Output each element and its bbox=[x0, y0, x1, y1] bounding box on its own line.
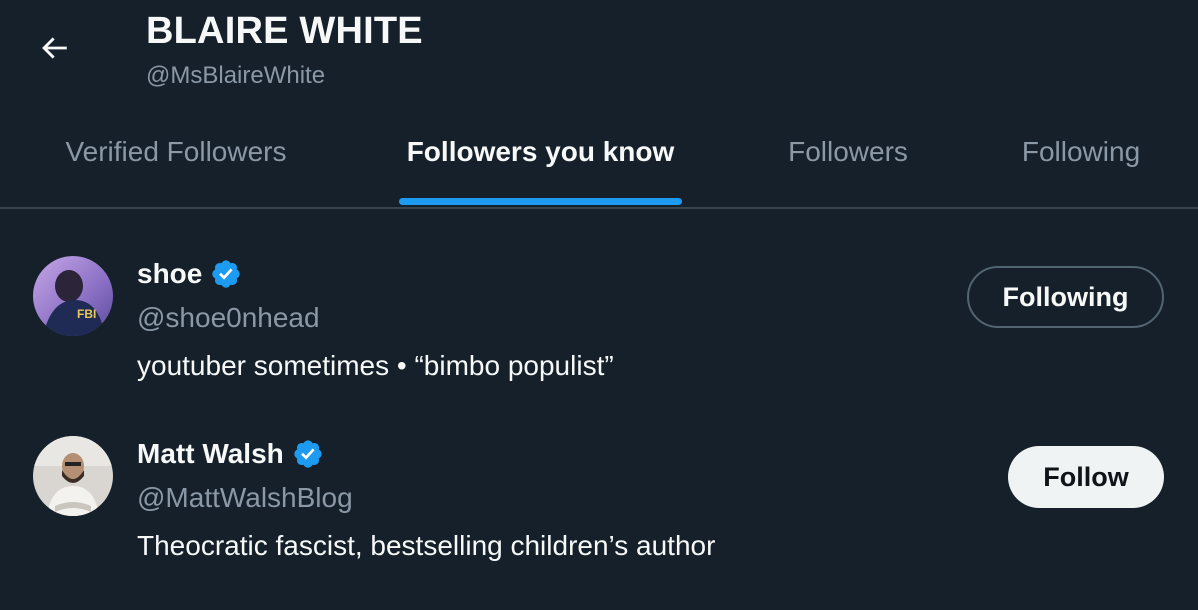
svg-text:FBI: FBI bbox=[77, 307, 96, 321]
verified-badge-icon bbox=[294, 440, 322, 468]
avatar[interactable] bbox=[33, 436, 113, 516]
profile-header: BLAIRE WHITE @MsBlaireWhite bbox=[0, 0, 1198, 110]
tab-label: Following bbox=[1021, 136, 1141, 167]
tab-label: Followers you know bbox=[406, 136, 675, 167]
back-button[interactable] bbox=[22, 28, 86, 68]
profile-title: BLAIRE WHITE bbox=[146, 10, 423, 52]
user-display-name[interactable]: shoe bbox=[137, 258, 202, 290]
avatar[interactable]: FBI bbox=[33, 256, 113, 336]
follow-button[interactable]: Follow bbox=[1008, 446, 1164, 508]
user-display-name[interactable]: Matt Walsh bbox=[137, 438, 284, 470]
profile-handle: @MsBlaireWhite bbox=[146, 62, 326, 89]
user-cell[interactable]: Matt Walsh @MattWalshBlog Theocratic fas… bbox=[0, 416, 1198, 586]
tab-bar: Verified Followers Followers you know Fo… bbox=[0, 118, 1198, 208]
user-bio: Theocratic fascist, bestselling children… bbox=[137, 530, 716, 561]
user-handle: @shoe0nhead bbox=[137, 302, 320, 333]
tab-label: Verified Followers bbox=[65, 136, 287, 167]
user-bio: youtuber sometimes • “bimbo populist” bbox=[137, 350, 614, 381]
tab-verified-followers[interactable]: Verified Followers bbox=[50, 118, 302, 208]
profile-followers-page: BLAIRE WHITE @MsBlaireWhite Verified Fol… bbox=[0, 0, 1198, 610]
back-arrow-icon bbox=[42, 37, 67, 59]
tab-following[interactable]: Following bbox=[1013, 118, 1149, 208]
tab-followers[interactable]: Followers bbox=[780, 118, 916, 208]
tab-followers-you-know[interactable]: Followers you know bbox=[399, 118, 682, 208]
tab-divider bbox=[0, 207, 1198, 209]
active-tab-indicator bbox=[399, 198, 682, 205]
user-handle: @MattWalshBlog bbox=[137, 482, 353, 513]
user-cell[interactable]: FBI shoe @shoe0nhead youtuber sometimes … bbox=[0, 236, 1198, 406]
verified-badge-icon bbox=[212, 260, 241, 288]
following-button[interactable]: Following bbox=[967, 266, 1164, 328]
tab-label: Followers bbox=[788, 136, 908, 167]
